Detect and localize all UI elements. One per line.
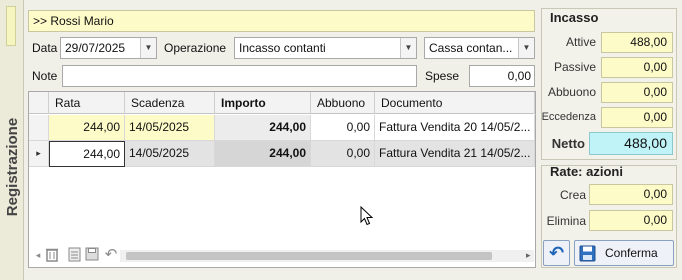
eccedenza-value: 0,00	[601, 107, 673, 128]
expenses-label: Spese	[425, 69, 460, 83]
attive-value: 488,00	[601, 32, 673, 53]
date-label: Data	[32, 41, 58, 55]
row-indicator	[29, 115, 49, 141]
date-value: 29/07/2025	[65, 41, 126, 55]
mouse-cursor-icon	[360, 205, 374, 226]
cell-documento[interactable]: Fattura Vendita 20 14/05/2...	[375, 115, 535, 141]
cell-abbuono[interactable]: 0,00	[311, 115, 375, 141]
cell-abbuono[interactable]: 0,00	[311, 141, 375, 167]
document-icon[interactable]	[66, 247, 82, 263]
confirm-button[interactable]: Conferma	[574, 240, 674, 266]
table-row[interactable]: ▸ 244,00 14/05/2025 244,00 0,00 Fattura …	[29, 141, 535, 167]
save-icon	[579, 245, 596, 262]
undo-button[interactable]: ↶	[543, 240, 570, 266]
undo-icon: ↶	[548, 243, 565, 263]
passive-label: Passive	[553, 60, 596, 74]
passive-value: 0,00	[601, 57, 673, 78]
current-row-icon: ▸	[29, 141, 49, 167]
expenses-input[interactable]: 0,00	[469, 65, 535, 87]
abbuono-label: Abbuono	[547, 85, 596, 99]
operation-value: Incasso contanti	[239, 41, 326, 55]
table-row[interactable]: 244,00 14/05/2025 244,00 0,00 Fattura Ve…	[29, 115, 535, 141]
chevron-down-icon[interactable]: ▼	[518, 38, 534, 58]
abbuono-value: 0,00	[601, 82, 673, 103]
cash-account-value: Cassa contan...	[429, 41, 513, 55]
netto-label: Netto	[551, 136, 585, 151]
elimina-label: Elimina	[546, 214, 586, 228]
installments-grid: Rata Scadenza Importo Abbuono Documento …	[28, 91, 536, 268]
scroll-right-icon[interactable]: ▸	[526, 250, 531, 261]
col-abbuono[interactable]: Abbuono	[311, 92, 375, 114]
eccedenza-label: Eccedenza	[541, 111, 596, 123]
cell-rata[interactable]: 244,00	[49, 141, 125, 167]
col-scadenza[interactable]: Scadenza	[125, 92, 215, 114]
client-name-bar: >> Rossi Mario	[28, 10, 535, 32]
crea-value[interactable]: 0,00	[589, 184, 673, 205]
strip-handle	[6, 6, 16, 46]
col-importo[interactable]: Importo	[215, 92, 311, 114]
header-indicator	[29, 92, 49, 114]
scrollbar-thumb[interactable]	[126, 252, 492, 260]
rate-actions-title: Rate: azioni	[550, 164, 623, 179]
col-rata[interactable]: Rata	[49, 92, 125, 114]
operation-select[interactable]: Incasso contanti ▼	[234, 37, 417, 59]
notes-label: Note	[32, 69, 58, 83]
col-documento[interactable]: Documento	[375, 92, 535, 114]
cash-account-select[interactable]: Cassa contan... ▼	[424, 37, 535, 59]
cell-scadenza[interactable]: 14/05/2025	[125, 115, 215, 141]
cell-rata[interactable]: 244,00	[49, 115, 125, 141]
incasso-title: Incasso	[550, 10, 599, 25]
cell-importo[interactable]: 244,00	[215, 141, 311, 167]
cell-documento[interactable]: Fattura Vendita 21 14/05/2...	[375, 141, 535, 167]
save-icon[interactable]	[84, 247, 100, 263]
chevron-down-icon[interactable]: ▼	[140, 38, 156, 58]
grid-header: Rata Scadenza Importo Abbuono Documento	[29, 92, 535, 114]
confirm-label: Conferma	[605, 246, 658, 260]
operation-label: Operazione	[164, 41, 227, 55]
side-label: Registrazione contabile	[4, 117, 45, 217]
cell-scadenza[interactable]: 14/05/2025	[125, 141, 215, 167]
notes-input[interactable]	[62, 65, 417, 87]
chevron-down-icon[interactable]: ▼	[400, 38, 416, 58]
crea-label: Crea	[559, 188, 586, 202]
elimina-value[interactable]: 0,00	[589, 210, 673, 231]
date-picker[interactable]: 29/07/2025 ▼	[60, 37, 157, 59]
trash-icon[interactable]	[44, 247, 60, 263]
undo-icon[interactable]: ↶	[103, 247, 119, 263]
attive-label: Attive	[565, 35, 596, 49]
cell-importo[interactable]: 244,00	[215, 115, 311, 141]
netto-value: 488,00	[589, 132, 673, 155]
horizontal-scrollbar[interactable]	[120, 250, 534, 262]
